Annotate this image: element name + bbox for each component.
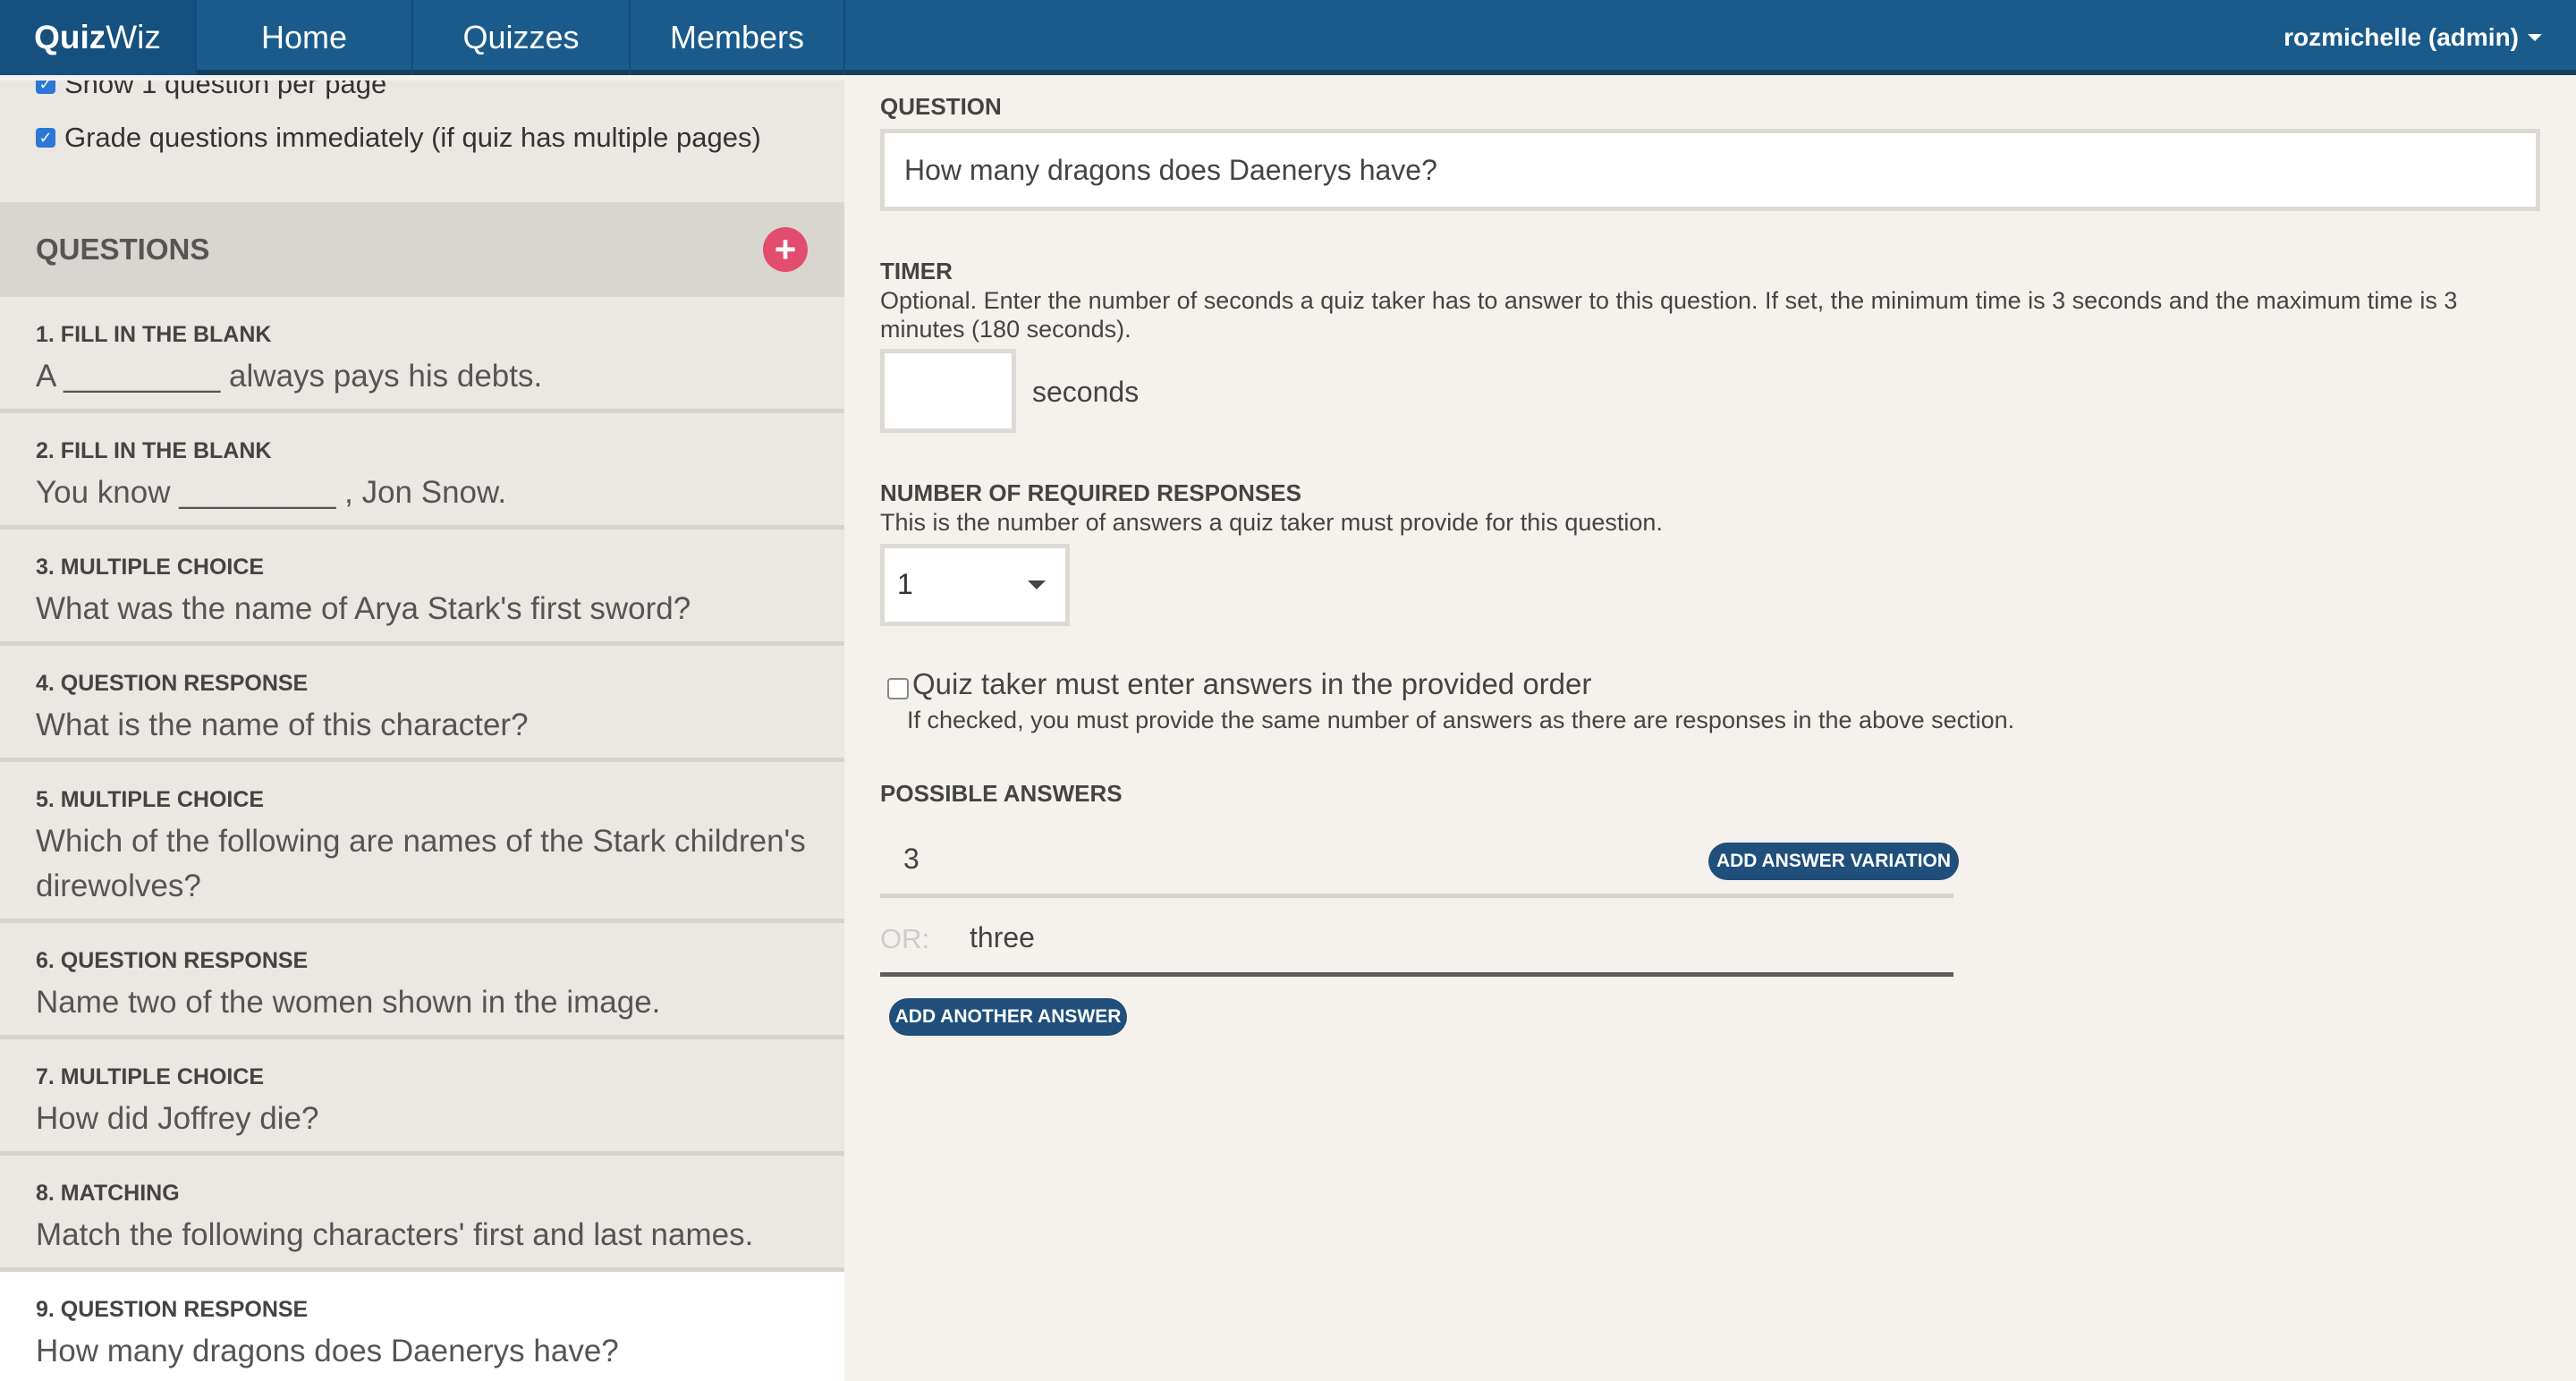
question-text: What is the name of this character?: [36, 707, 529, 742]
timer-input[interactable]: [880, 349, 1016, 433]
nav-quizzes[interactable]: Quizzes: [411, 0, 629, 75]
option-one-per-page[interactable]: ✓ Show 1 question per page: [36, 80, 386, 100]
question-label: QUESTION: [880, 93, 1002, 120]
add-another-answer-button[interactable]: ADD ANOTHER ANSWER: [889, 998, 1127, 1036]
question-text: How did Joffrey die?: [36, 1101, 319, 1136]
timer-help: Optional. Enter the number of seconds a …: [880, 287, 2458, 343]
question-input-value: How many dragons does Daenerys have?: [904, 153, 1437, 186]
question-type: 5. MULTIPLE CHOICE: [36, 787, 265, 812]
order-help: If checked, you must provide the same nu…: [907, 707, 2015, 733]
add-answer-variation-button[interactable]: ADD ANSWER VARIATION: [1708, 843, 1959, 880]
question-type: 1. FILL IN THE BLANK: [36, 322, 272, 347]
question-text: You know _________ , Jon Snow.: [36, 475, 507, 510]
nav-home[interactable]: Home: [195, 0, 411, 75]
question-list-item[interactable]: 4. QUESTION RESPONSE What is the name of…: [0, 646, 844, 762]
sidebar: ✓ Show 1 question per page ✓ Grade quest…: [0, 80, 844, 1381]
question-type: 2. FILL IN THE BLANK: [36, 438, 272, 463]
questions-header: QUESTIONS: [0, 202, 844, 297]
question-list-item-active[interactable]: 9. QUESTION RESPONSE How many dragons do…: [0, 1272, 844, 1381]
checkbox-checked-icon[interactable]: ✓: [36, 128, 55, 148]
brand-bold: Quiz: [34, 19, 106, 55]
question-type: 9. QUESTION RESPONSE: [36, 1297, 309, 1322]
or-label: OR:: [880, 923, 930, 954]
required-responses-value: 1: [897, 568, 913, 600]
user-name: rozmichelle (admin): [2284, 23, 2519, 51]
question-type: 6. QUESTION RESPONSE: [36, 948, 309, 973]
question-text: How many dragons does Daenerys have?: [36, 1334, 619, 1368]
questions-title: QUESTIONS: [36, 233, 210, 266]
chevron-down-icon: [1028, 580, 1046, 589]
question-list-item[interactable]: 6. QUESTION RESPONSE Name two of the wom…: [0, 923, 844, 1039]
answer-input[interactable]: 3: [903, 843, 919, 876]
order-checkbox[interactable]: [887, 678, 909, 699]
plus-icon: +: [774, 228, 797, 270]
question-type: 8. MATCHING: [36, 1181, 180, 1206]
checkbox-checked-icon[interactable]: ✓: [36, 80, 55, 94]
answer-variation-row: OR: three: [880, 898, 1953, 977]
question-text: Which of the following are names of the …: [36, 824, 806, 903]
question-editor: QUESTION How many dragons does Daenerys …: [844, 80, 2576, 1381]
required-responses-select[interactable]: 1: [880, 544, 1070, 626]
required-responses-help: This is the number of answers a quiz tak…: [880, 509, 1663, 536]
brand-light: Wiz: [106, 19, 161, 55]
question-input[interactable]: How many dragons does Daenerys have?: [880, 129, 2540, 211]
chevron-down-icon: [2528, 34, 2542, 41]
timer-label: TIMER: [880, 258, 953, 284]
question-text: What was the name of Arya Stark's first …: [36, 591, 691, 626]
question-list-item[interactable]: 3. MULTIPLE CHOICE What was the name of …: [0, 530, 844, 646]
question-type: 3. MULTIPLE CHOICE: [36, 555, 265, 580]
question-text: Name two of the women shown in the image…: [36, 985, 661, 1020]
question-list-item[interactable]: 8. MATCHING Match the following characte…: [0, 1156, 844, 1272]
top-navbar: Quiz Wiz Home Quizzes Members rozmichelle…: [0, 0, 2576, 75]
option-label: Show 1 question per page: [64, 80, 387, 99]
required-responses-label: NUMBER OF REQUIRED RESPONSES: [880, 479, 1301, 506]
question-text: A _________ always pays his debts.: [36, 359, 543, 394]
order-checkbox-label[interactable]: Quiz taker must enter answers in the pro…: [912, 667, 1591, 701]
answer-variation-input[interactable]: three: [970, 921, 1035, 954]
nav-members[interactable]: Members: [629, 0, 845, 75]
brand-logo[interactable]: Quiz Wiz: [0, 0, 195, 75]
user-menu[interactable]: rozmichelle (admin): [2284, 0, 2542, 75]
add-question-button[interactable]: +: [763, 227, 808, 272]
option-grade-immediately[interactable]: ✓ Grade questions immediately (if quiz h…: [36, 122, 761, 154]
question-type: 7. MULTIPLE CHOICE: [36, 1064, 265, 1089]
option-label: Grade questions immediately (if quiz has…: [64, 122, 761, 153]
question-list-item[interactable]: 5. MULTIPLE CHOICE Which of the followin…: [0, 762, 844, 923]
possible-answers-label: POSSIBLE ANSWERS: [880, 780, 1123, 807]
question-list-item[interactable]: 1. FILL IN THE BLANK A _________ always …: [0, 297, 844, 413]
answer-row: 3 ADD ANSWER VARIATION: [880, 823, 1959, 898]
question-text: Match the following characters' first an…: [36, 1217, 754, 1252]
question-list-item[interactable]: 2. FILL IN THE BLANK You know _________ …: [0, 413, 844, 530]
seconds-label: seconds: [1032, 376, 1140, 408]
question-type: 4. QUESTION RESPONSE: [36, 671, 309, 696]
question-list-item[interactable]: 7. MULTIPLE CHOICE How did Joffrey die?: [0, 1039, 844, 1156]
